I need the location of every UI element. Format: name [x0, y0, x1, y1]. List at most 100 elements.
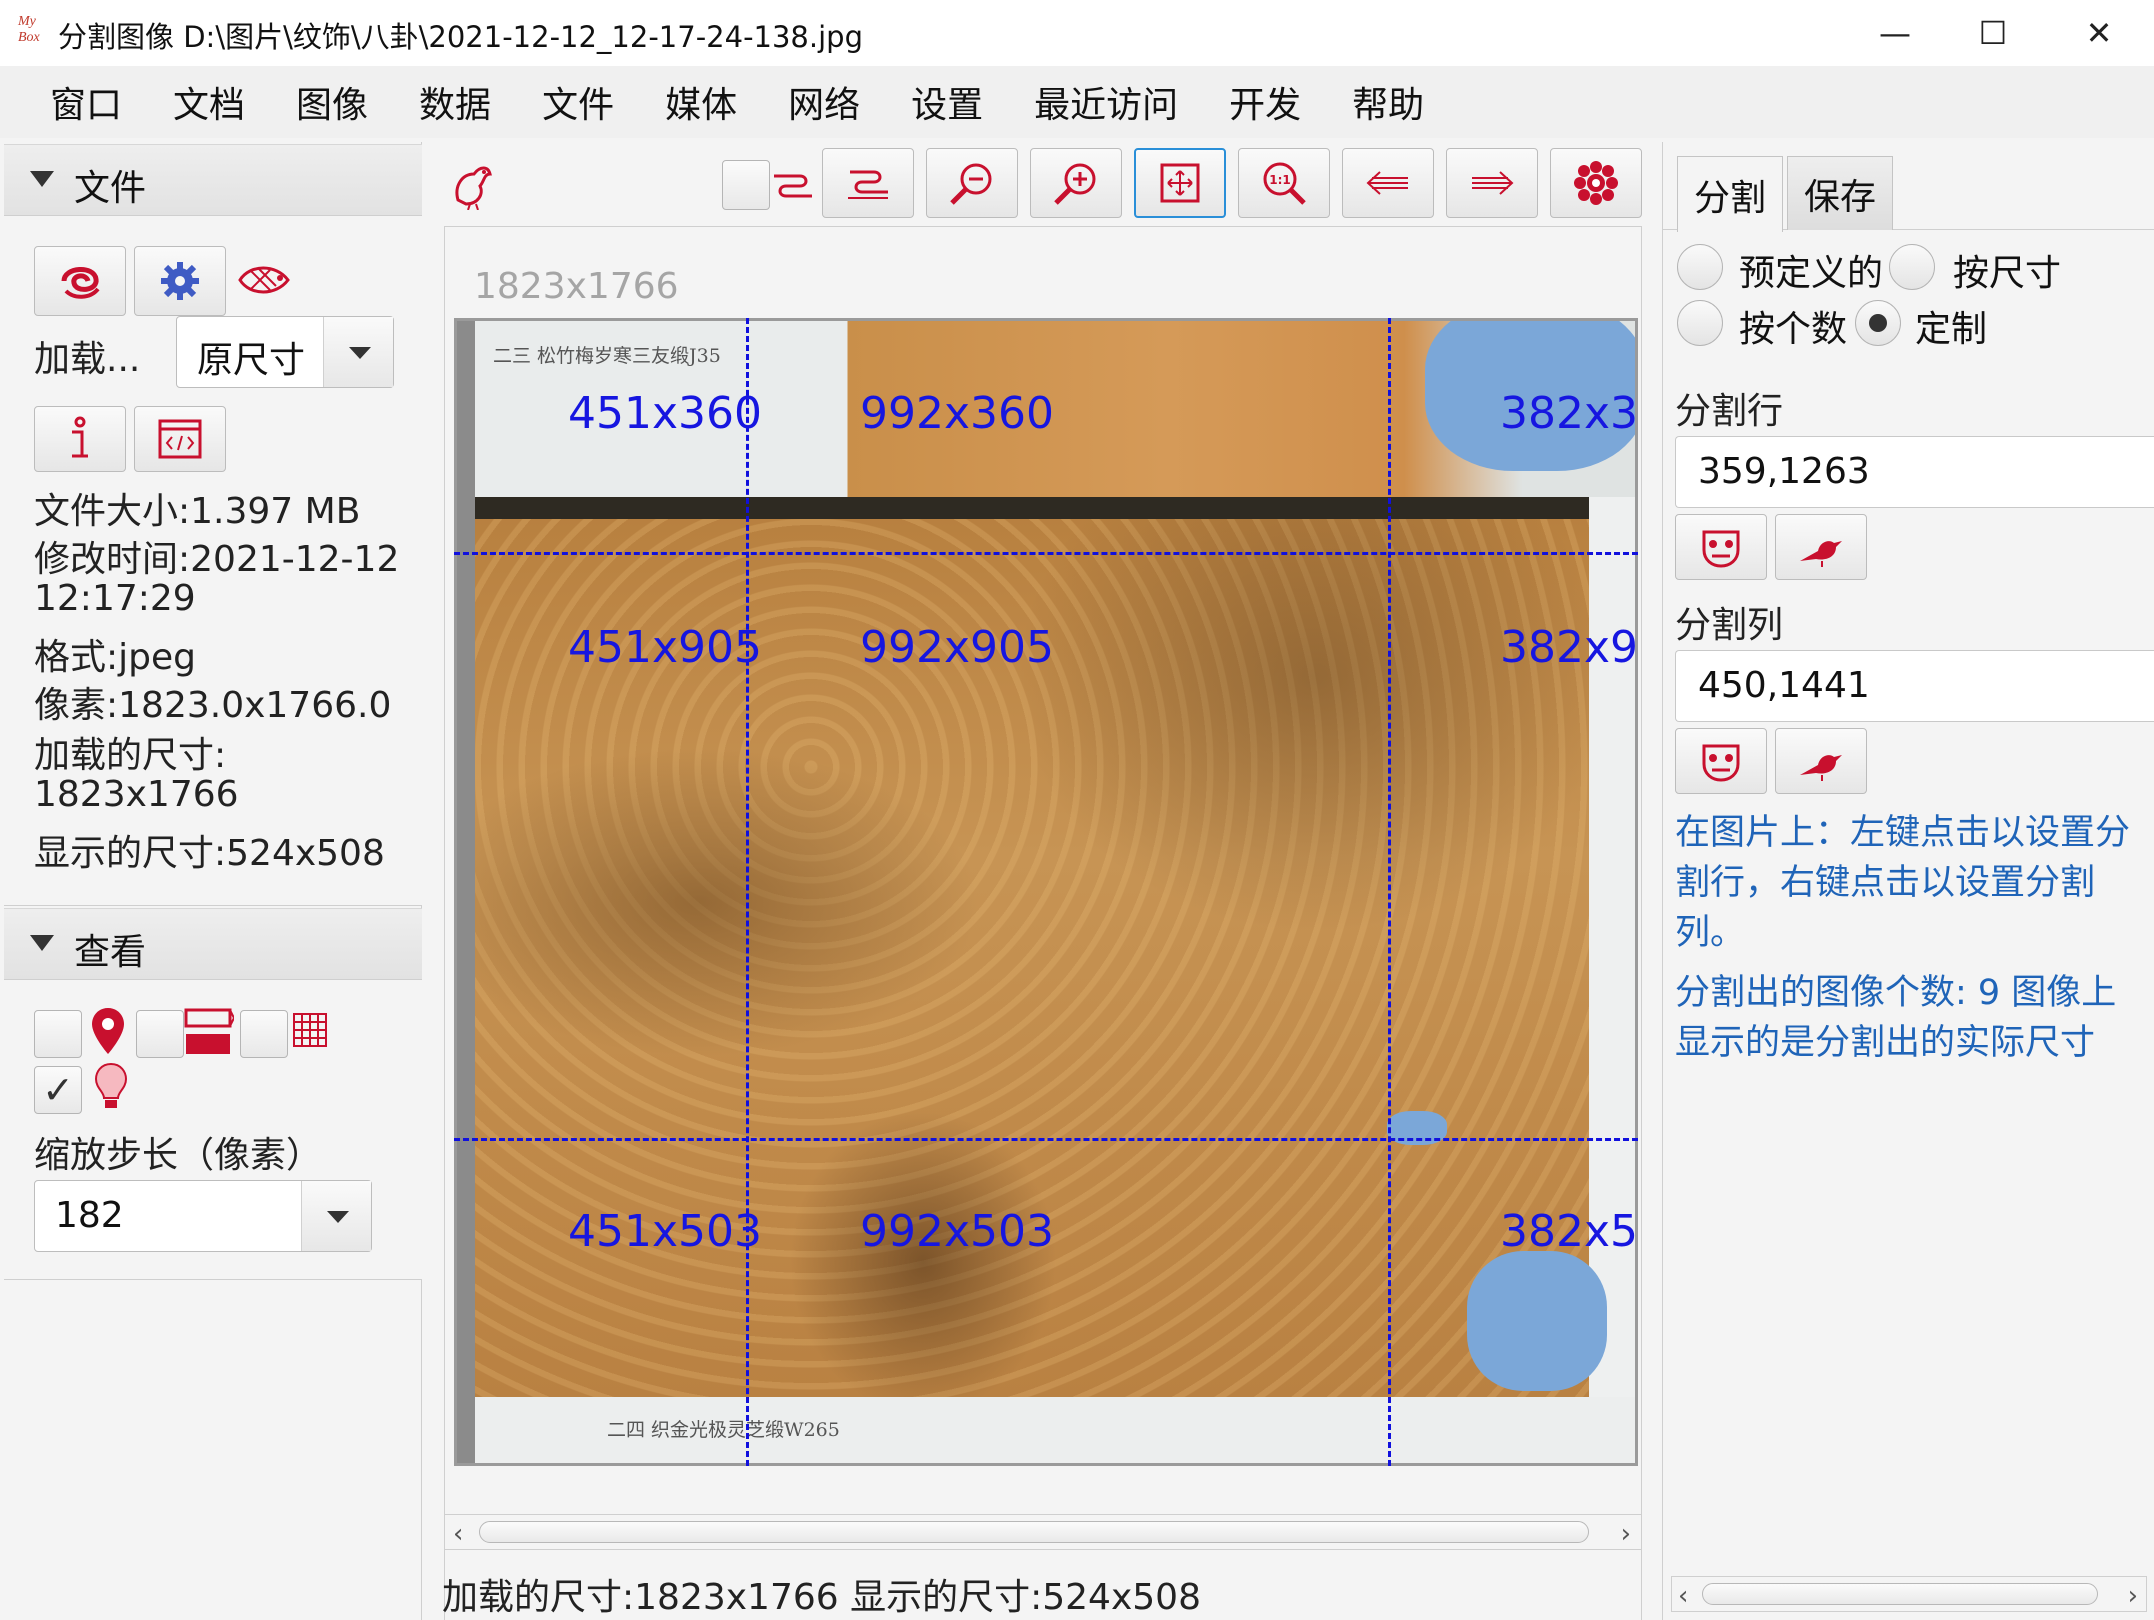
fish-icon[interactable]: [236, 256, 294, 308]
radio-custom[interactable]: [1855, 300, 1901, 346]
lightbulb-icon: [94, 1062, 128, 1116]
swirl-icon: [61, 267, 100, 299]
split-cols-value: 450,1441: [1698, 665, 1870, 706]
scroll-left-icon[interactable]: ‹: [1678, 1581, 1688, 1611]
right-panel: 分割 保存 预定义的 按尺寸 按个数 定制 分割行 359,1263 分割列 4…: [1662, 142, 2154, 1620]
collapse-triangle-icon: [30, 171, 54, 187]
rows-ok-button[interactable]: [1675, 514, 1767, 580]
split-rows-input[interactable]: 359,1263: [1675, 436, 2154, 508]
menu-bar: 窗口 文档 图像 数据 文件 媒体 网络 设置 最近访问 开发 帮助: [0, 66, 2154, 138]
horizontal-scrollbar[interactable]: ‹ ›: [444, 1514, 1642, 1550]
piece-size-label: 451x905: [568, 622, 763, 673]
cols-ok-button[interactable]: [1675, 728, 1767, 794]
scroll-right-icon[interactable]: ›: [2128, 1581, 2138, 1611]
show-ruler-checkbox[interactable]: [136, 1010, 184, 1058]
menu-media[interactable]: 媒体: [645, 76, 768, 128]
scroll-right-icon[interactable]: ›: [1621, 1519, 1631, 1549]
title-bar: My Box 分割图像 D:\图片\纹饰\八卦\2021-12-12_12-17…: [0, 0, 2154, 66]
menu-window[interactable]: 窗口: [30, 76, 153, 128]
load-size-select[interactable]: 原尺寸: [176, 316, 394, 388]
zoom-in-button[interactable]: [1030, 148, 1122, 218]
menu-data[interactable]: 数据: [399, 76, 522, 128]
radio-custom-label[interactable]: 定制: [1915, 300, 1987, 352]
load-label: 加载...: [34, 339, 141, 380]
menu-network[interactable]: 网络: [768, 76, 891, 128]
radio-predefined[interactable]: [1677, 244, 1723, 290]
show-tips-checkbox[interactable]: ✓: [34, 1066, 82, 1114]
bird-icon: [1800, 755, 1842, 781]
file-info-button[interactable]: [34, 406, 126, 472]
status-text: 加载的尺寸:1823x1766 显示的尺寸:524x508: [442, 1577, 1201, 1618]
piece-size-label: 451x360: [568, 388, 763, 439]
split-rows-value: 359,1263: [1698, 451, 1870, 492]
tab-save[interactable]: 保存: [1787, 156, 1893, 230]
scroll-left-icon[interactable]: ‹: [453, 1519, 463, 1549]
wave-icon: [848, 170, 888, 199]
menu-document[interactable]: 文档: [153, 76, 276, 128]
location-pin-icon: [90, 1006, 126, 1060]
file-section-title: 文件: [74, 168, 147, 209]
previous-button[interactable]: [1342, 148, 1434, 218]
cols-clear-button[interactable]: [1775, 728, 1867, 794]
flower-icon: [1574, 161, 1618, 205]
minimize-button[interactable]: —: [1850, 0, 1940, 66]
close-button[interactable]: ✕: [2054, 0, 2144, 66]
pop-window-button[interactable]: [822, 148, 914, 218]
scrollbar-thumb[interactable]: [479, 1521, 1589, 1543]
split-cols-input[interactable]: 450,1441: [1675, 650, 2154, 722]
mask-icon: [1702, 530, 1740, 568]
radio-by-number-label[interactable]: 按个数: [1739, 300, 1847, 352]
menu-settings[interactable]: 设置: [891, 76, 1014, 128]
file-options-button[interactable]: [134, 246, 226, 316]
maximize-button[interactable]: ☐: [1948, 0, 2038, 66]
right-horizontal-scrollbar[interactable]: ‹ ›: [1671, 1576, 2147, 1612]
radio-by-size-label[interactable]: 按尺寸: [1953, 244, 2061, 296]
menu-help[interactable]: 帮助: [1332, 76, 1455, 128]
pop-icon: [770, 168, 816, 206]
actual-size-button[interactable]: 1:1: [1238, 148, 1330, 218]
grid-icon: [292, 1012, 328, 1052]
code-window-icon: [158, 419, 202, 459]
show-grid-checkbox[interactable]: [240, 1010, 288, 1058]
zoom-in-icon: [1054, 163, 1096, 205]
pixels-text: 像素:1823.0x1766.0: [34, 685, 392, 726]
format-text: 格式:jpeg: [34, 637, 196, 678]
file-section-header[interactable]: 文件: [4, 144, 422, 216]
chevron-down-icon[interactable]: [301, 1181, 371, 1251]
zoom-step-value: 182: [55, 1195, 124, 1236]
radio-by-size[interactable]: [1889, 244, 1935, 290]
scrollbar-thumb[interactable]: [1702, 1583, 2098, 1605]
show-pick-color-checkbox[interactable]: [34, 1010, 82, 1058]
tab-bar: 分割 保存: [1663, 142, 2154, 232]
bird-icon: [1800, 541, 1842, 567]
radio-predefined-label[interactable]: 预定义的: [1739, 244, 1883, 296]
piece-size-label: 992x905: [860, 622, 1055, 673]
fit-window-button[interactable]: [1134, 148, 1226, 218]
mask-icon: [1702, 744, 1740, 782]
next-button[interactable]: [1446, 148, 1538, 218]
window-title: 分割图像 D:\图片\纹饰\八卦\2021-12-12_12-17-24-138…: [58, 20, 863, 54]
split-hint-text: 在图片上：左键点击以设置分割行，右键点击以设置分割列。: [1675, 813, 2131, 953]
rows-clear-button[interactable]: [1775, 514, 1867, 580]
menu-develop[interactable]: 开发: [1209, 76, 1332, 128]
menu-image[interactable]: 图像: [276, 76, 399, 128]
menu-flower-button[interactable]: [1550, 148, 1642, 218]
ruler-icon: [184, 1006, 236, 1062]
menu-file[interactable]: 文件: [522, 76, 645, 128]
menu-recent[interactable]: 最近访问: [1014, 76, 1209, 128]
radio-by-number[interactable]: [1677, 300, 1723, 346]
chevron-down-icon[interactable]: [323, 317, 393, 387]
piece-size-label: 382x360: [1500, 388, 1638, 439]
tab-split[interactable]: 分割: [1677, 156, 1783, 232]
zoom-step-select[interactable]: 182: [34, 1180, 372, 1252]
rooster-icon[interactable]: [450, 160, 494, 214]
file-metadata-button[interactable]: [134, 406, 226, 472]
zoom-step-label: 缩放步长（像素）: [34, 1135, 323, 1176]
file-size-text: 文件大小:1.397 MB: [34, 491, 361, 532]
select-file-button[interactable]: [34, 246, 126, 316]
view-section-body: ✓ 缩放步长（像素） 182: [4, 980, 422, 1280]
pop-checkbox[interactable]: [722, 160, 770, 210]
view-section-header[interactable]: 查看: [4, 908, 422, 980]
file-section-body: 加载... 原尺寸 文件大小:1.397 MB 修改时间:2021-12-12 …: [4, 216, 422, 906]
zoom-out-button[interactable]: [926, 148, 1018, 218]
